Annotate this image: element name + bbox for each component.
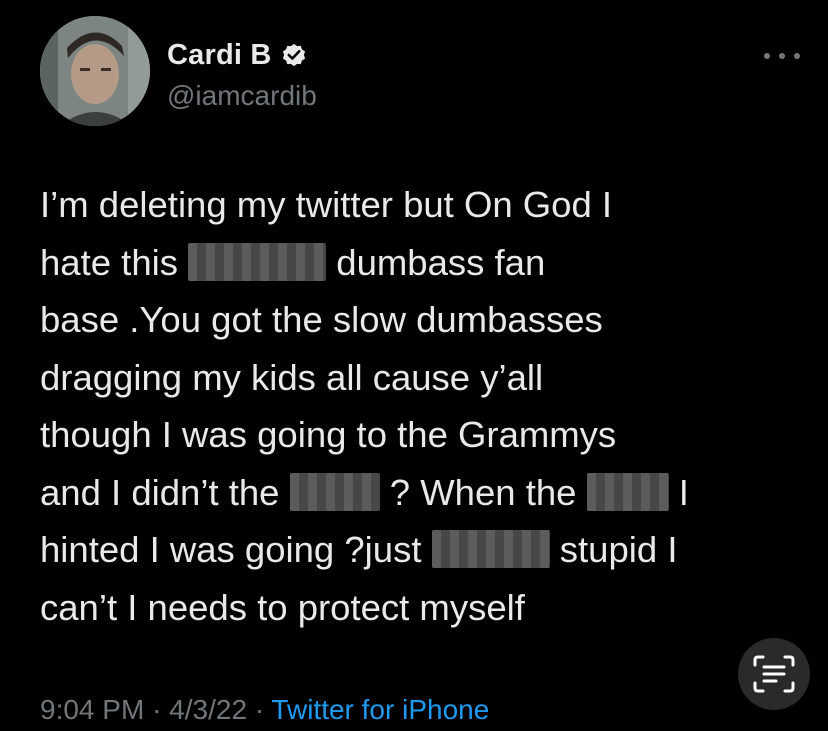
tweet-text: I’m deleting my twitter but On God I hat… xyxy=(40,176,800,636)
tweet-text-segment: ? When the xyxy=(389,471,577,513)
tweet-line: and I didn’t the ? When the I xyxy=(40,464,800,522)
tweet-line: hinted I was going ?just stupid I xyxy=(40,521,800,579)
tweet-text-segment: stupid I xyxy=(559,529,678,570)
redaction-block xyxy=(188,242,327,281)
redaction-block xyxy=(431,530,550,569)
redaction-block xyxy=(289,472,380,511)
handle[interactable]: @iamcardib xyxy=(167,80,317,112)
tweet-date[interactable]: 4/3/22 xyxy=(169,694,247,725)
tweet-line: I’m deleting my twitter but On God I xyxy=(40,176,800,234)
tweet-metadata: 9:04 PM · 4/3/22 · Twitter for iPhone xyxy=(40,694,489,726)
live-text-icon xyxy=(753,655,795,693)
more-horizontal-icon-dot xyxy=(779,53,785,59)
live-text-button[interactable] xyxy=(738,638,810,710)
author-names: Cardi B @iamcardib xyxy=(167,36,317,112)
tweet-text-segment: and I didn’t the xyxy=(40,471,280,513)
tweet-line: dragging my kids all cause y’all xyxy=(40,349,800,407)
more-options-button[interactable] xyxy=(764,46,800,66)
meta-separator: · xyxy=(254,694,265,725)
tweet-text-segment: though I was going to the Grammys xyxy=(40,414,617,455)
tweet-line: hate this dumbass fan xyxy=(40,234,800,292)
tweet-line: base .You got the slow dumbasses xyxy=(40,291,800,349)
tweet-text-segment: hate this xyxy=(40,241,178,283)
tweet-time[interactable]: 9:04 PM xyxy=(40,694,144,725)
display-name-row: Cardi B xyxy=(167,36,317,74)
tweet-text-segment: I xyxy=(678,471,689,513)
tweet-text-segment: hinted I was going ?just xyxy=(40,529,422,570)
verified-badge-icon xyxy=(280,41,308,69)
avatar[interactable] xyxy=(40,16,150,126)
tweet-header: Cardi B @iamcardib xyxy=(40,16,800,128)
tweet-text-segment: dragging my kids all cause y’all xyxy=(40,356,544,398)
more-horizontal-icon-dot xyxy=(794,53,800,59)
tweet-line: though I was going to the Grammys xyxy=(40,406,800,464)
more-horizontal-icon-dot xyxy=(764,53,770,59)
tweet-line: can’t I needs to protect myself xyxy=(40,579,800,637)
tweet-text-segment: I’m deleting my twitter but On God I xyxy=(40,184,613,225)
redaction-block xyxy=(586,472,669,511)
tweet-source-link[interactable]: Twitter for iPhone xyxy=(271,694,489,725)
meta-separator: · xyxy=(152,694,162,725)
display-name[interactable]: Cardi B xyxy=(167,39,272,72)
tweet-text-segment: dumbass fan xyxy=(336,241,546,283)
tweet-text-segment: can’t I needs to protect myself xyxy=(40,586,525,628)
tweet-text-segment: base .You got the slow dumbasses xyxy=(40,299,603,340)
